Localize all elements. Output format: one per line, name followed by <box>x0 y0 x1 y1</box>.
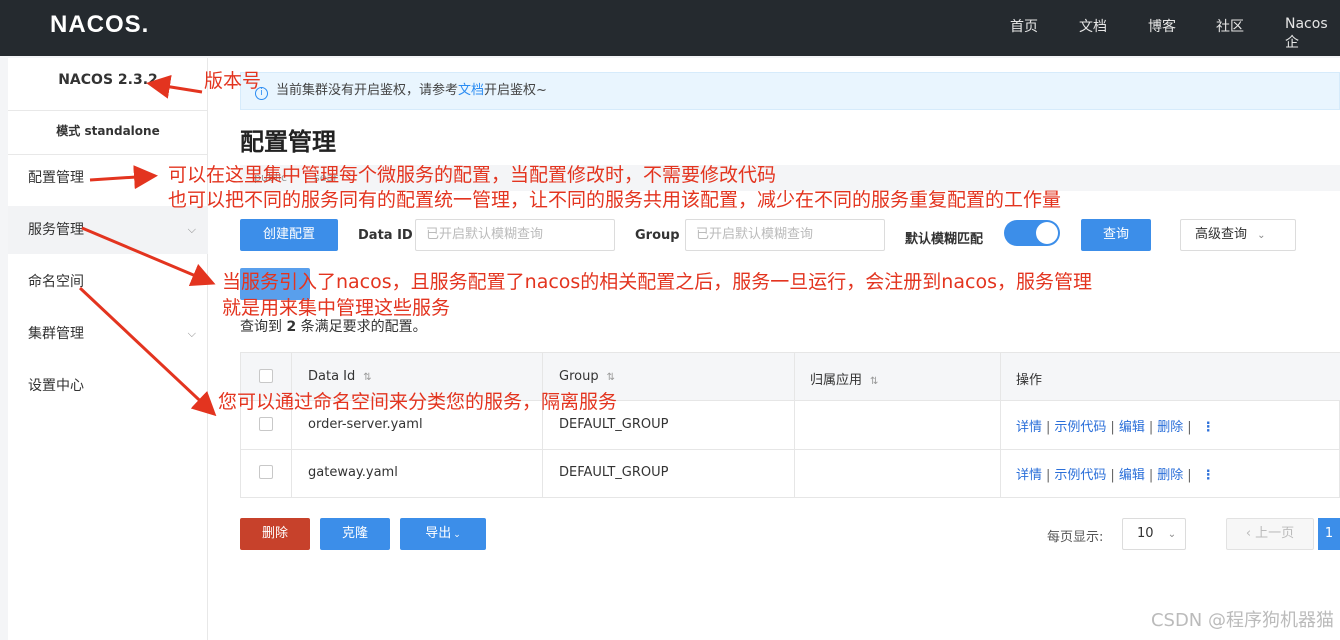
annotation-namespace: 您可以通过命名空间来分类您的服务，隔离服务 <box>218 391 618 413</box>
annotation-arrows <box>78 74 217 417</box>
arrow-config <box>89 165 158 190</box>
annotation-config-2: 也可以把不同的服务同有的配置统一管理，让不同的服务共用该配置，减少在不同的服务重… <box>168 189 1062 211</box>
annotation-version: 版本号 <box>204 70 262 92</box>
arrow-service <box>81 226 216 287</box>
annotation-config-1: 可以在这里集中管理每个微服务的配置，当配置修改时，不需要修改代码 <box>168 164 777 186</box>
annotation-service-2: 就是用来集中管理这些服务 <box>222 297 451 319</box>
arrow-version <box>146 74 203 99</box>
arrow-namespace <box>78 286 217 417</box>
annotation-service-1: 当服务引入了nacos，且服务配置了nacos的相关配置之后，服务一旦运行，会注… <box>222 271 1092 293</box>
watermark: CSDN @程序狗机器猫 <box>1150 610 1334 631</box>
